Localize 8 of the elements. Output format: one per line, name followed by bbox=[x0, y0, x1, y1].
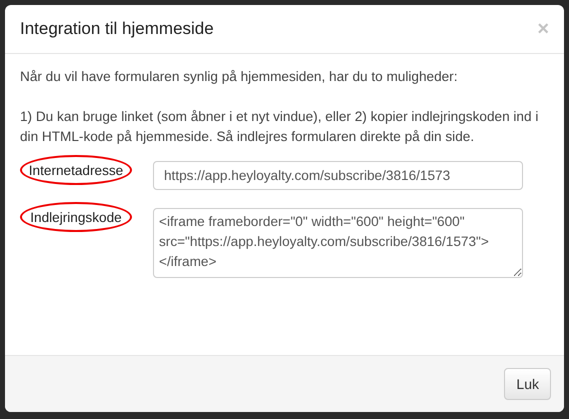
dialog-title: Integration til hjemmeside bbox=[20, 19, 214, 39]
input-field[interactable]: https://app.heyloyalty.com/subscribe/3816/1573 bbox=[153, 161, 523, 190]
field-label: Indlejringskode bbox=[20, 202, 132, 232]
close-button[interactable]: Luk bbox=[504, 368, 551, 400]
body-text: Når du vil have formularen synlig på hjemmesiden, har du to muligheder: bbox=[20, 68, 458, 86]
body-text: 1) Du kan bruge linket (som åbner i et nyt vindue), eller 2) kopier indlejringskoden ind i din HTML-kode på hjemmeside. Så indlejres formularen direkte på din side. bbox=[20, 108, 540, 146]
field-label: Internetadresse bbox=[20, 155, 132, 185]
code-field[interactable]: <iframe frameborder="0" width="600" height="600" src="https://app.heyloyalty.com/subscribe/3816/1573"></iframe> bbox=[153, 208, 523, 278]
